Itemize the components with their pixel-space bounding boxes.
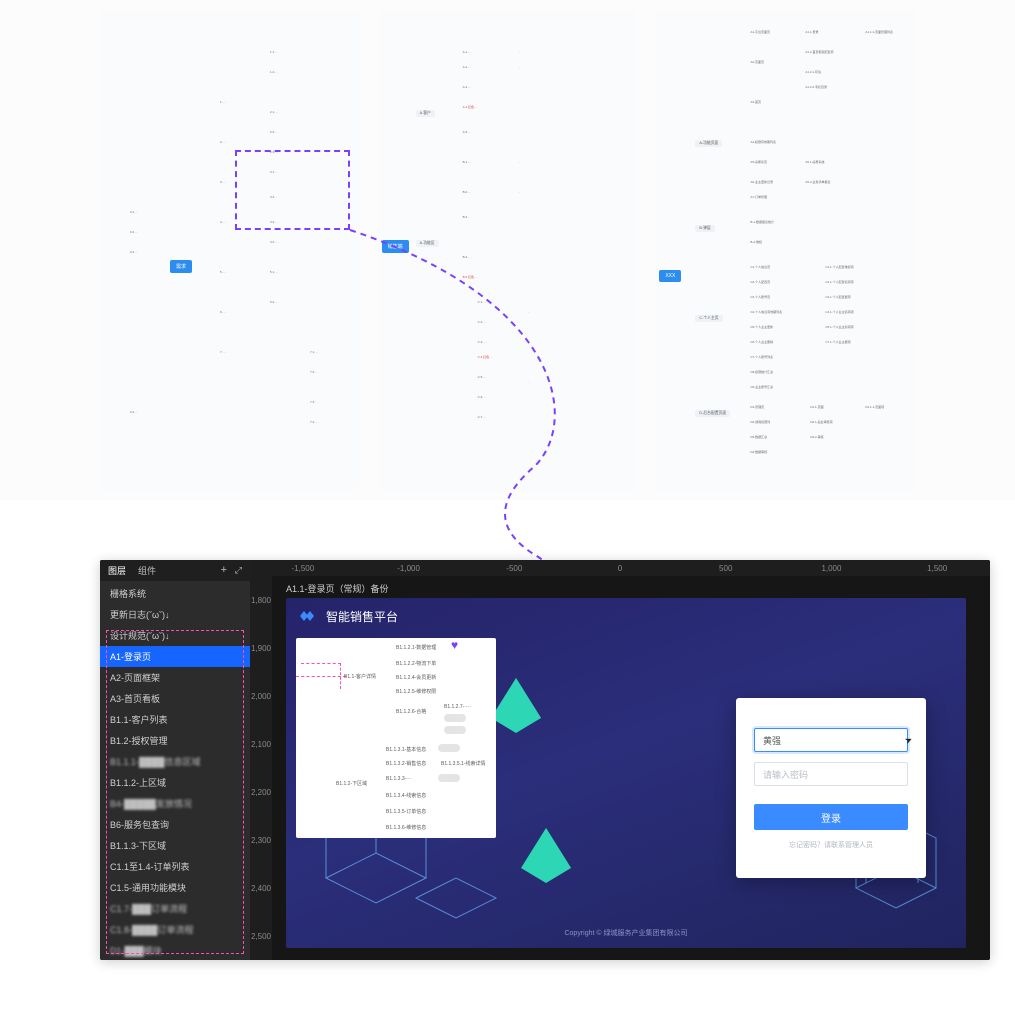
layer-item[interactable]: C1.8-████订单流程	[100, 919, 250, 940]
artboard-title[interactable]: A1.1-登录页（常规）备份	[286, 582, 389, 595]
ruler-tick: 1,800	[251, 576, 271, 624]
layer-item[interactable]: B1.1-客户列表	[100, 709, 250, 730]
decor-pyramid-2	[516, 828, 576, 908]
mini-node: B1.1.2.4-会员更新	[396, 674, 436, 681]
canvas: -1,500-1,000-50005001,0001,500 1,8001,90…	[250, 560, 990, 960]
login-card: 黄强 ➤ 请输入密码 登录 忘记密码？请联系管理人员	[736, 698, 926, 878]
ruler-horizontal: -1,500-1,000-50005001,0001,500	[250, 560, 990, 576]
mindmap-root: XXX	[659, 270, 681, 282]
cursor-icon: ➤	[903, 734, 914, 747]
mini-mindmap-overlay: B1.1-客户详情 B1.1.2.1-数据管理 B1.1.2.2-物流下单 B1…	[296, 638, 496, 838]
login-button[interactable]: 登录	[754, 804, 908, 830]
heart-icon: ♥	[451, 638, 458, 652]
password-field[interactable]: 请输入密码	[754, 762, 908, 786]
layer-list: 栅格系统更新日志(ˇωˇ)↓设计规范(ˇωˇ)↓A1-登录页A2-页面框架A3-…	[100, 581, 250, 960]
ruler-tick: 2,300	[251, 816, 271, 864]
ruler-tick: 2,200	[251, 768, 271, 816]
mindmap-thumbnails: 需求 1.···· 2.···· 3.···· 4.···· 5.···· 6.…	[0, 0, 1015, 500]
tab-components[interactable]: 组件	[138, 564, 156, 577]
sidebar-tabs: 图层 组件 + ⤢	[100, 560, 250, 581]
layer-item[interactable]: 更新日志(ˇωˇ)↓	[100, 604, 250, 625]
add-icon[interactable]: +	[217, 565, 231, 576]
layer-item[interactable]: A3-首页看板	[100, 688, 250, 709]
mindmap-root: 销售端	[382, 240, 409, 253]
mini-node: B1.1.2-下区域	[336, 780, 367, 787]
ruler-tick: 500	[673, 564, 779, 573]
layer-item[interactable]: A2-页面框架	[100, 667, 250, 688]
mini-node: B1.1.2.6-合格	[396, 708, 426, 715]
highlight-box	[235, 150, 350, 230]
mini-node: B1.1.3.5-订单信息	[386, 808, 426, 815]
mini-node: B1.1.2.1-数据管理	[396, 644, 436, 651]
ruler-tick: 1,900	[251, 624, 271, 672]
ruler-tick: -1,000	[356, 564, 462, 573]
mini-node: B1.1.2.5-维修权限	[396, 688, 436, 695]
layer-item[interactable]: B1.1.3-下区域	[100, 835, 250, 856]
layer-item[interactable]: C1.7-███订单流程	[100, 898, 250, 919]
layer-item[interactable]: 设计规范(ˇωˇ)↓	[100, 625, 250, 646]
layer-item[interactable]: B1.1.2-上区域	[100, 772, 250, 793]
app-header: 智能销售平台	[286, 598, 966, 634]
password-placeholder: 请输入密码	[763, 768, 808, 781]
design-tool-window: 图层 组件 + ⤢ 栅格系统更新日志(ˇωˇ)↓设计规范(ˇωˇ)↓A1-登录页…	[100, 560, 990, 960]
mini-node: B1.1.3.6-维修信息	[386, 824, 426, 831]
tab-layers[interactable]: 图层	[108, 564, 126, 577]
artboard-login-page[interactable]: 智能销售平台	[286, 598, 966, 948]
mini-node: B1.1.3.5.1-线索详情	[441, 760, 485, 767]
ruler-tick: -500	[461, 564, 567, 573]
username-field[interactable]: 黄强 ➤	[754, 728, 908, 752]
layer-item[interactable]: B4-█████发放情况	[100, 793, 250, 814]
username-value: 黄强	[763, 734, 781, 747]
sidebar: 图层 组件 + ⤢ 栅格系统更新日志(ˇωˇ)↓设计规范(ˇωˇ)↓A1-登录页…	[100, 560, 250, 960]
mini-node: B1.1.3.4-线索信息	[386, 792, 426, 799]
ruler-tick: 2,500	[251, 912, 271, 960]
copyright: Copyright © 绿城服务产业集团有限公司	[286, 928, 966, 938]
mini-node: B1.1.3.2-销售信息	[386, 760, 426, 767]
ruler-vertical: 1,8001,9002,0002,1002,2002,3002,4002,500	[250, 576, 272, 960]
layer-item[interactable]: 栅格系统	[100, 583, 250, 604]
mindmap-3: XXX A-功能页面 B-弹层 C-个人主页 D-后台配置页面 A1-平台页面页…	[655, 10, 915, 490]
mindmap-2: 销售端 A.客户 A.功能区 A.1···· A.2···· A.3···· A…	[378, 10, 638, 490]
ruler-tick: -1,500	[250, 564, 356, 573]
login-footer: 忘记密码？请联系管理人员	[754, 840, 908, 850]
layer-item[interactable]: C1.1至1.4-订单列表	[100, 856, 250, 877]
mindmap-root: 需求	[170, 260, 192, 273]
logo-icon	[300, 609, 318, 623]
ruler-tick: 1,000	[779, 564, 885, 573]
app-title: 智能销售平台	[326, 608, 398, 625]
layer-item[interactable]: B1.2-授权管理	[100, 730, 250, 751]
ruler-tick: 2,100	[251, 720, 271, 768]
mini-node: B1.1.3.3-···	[386, 776, 411, 782]
expand-icon[interactable]: ⤢	[235, 565, 242, 576]
mini-node: B1.1.3.1-基本信息	[386, 746, 426, 753]
ruler-tick: 1,500	[884, 564, 990, 573]
mindmap-1: 需求 1.···· 2.···· 3.···· 4.···· 5.···· 6.…	[100, 10, 360, 490]
ruler-tick: 0	[567, 564, 673, 573]
ruler-tick: 2,000	[251, 672, 271, 720]
layer-item[interactable]: C1.5-通用功能模块	[100, 877, 250, 898]
layer-item[interactable]: D1-███模块	[100, 940, 250, 960]
mini-node: B1.1-客户详情	[344, 673, 376, 680]
mini-node: B1.1.2.2-物流下单	[396, 660, 436, 667]
ruler-tick: 2,400	[251, 864, 271, 912]
mini-node: B1.1.2.7-····	[444, 704, 471, 710]
layer-item[interactable]: B1.1.1-████信息区域	[100, 751, 250, 772]
layer-item[interactable]: B6-服务包查询	[100, 814, 250, 835]
layer-item[interactable]: A1-登录页	[100, 646, 250, 667]
